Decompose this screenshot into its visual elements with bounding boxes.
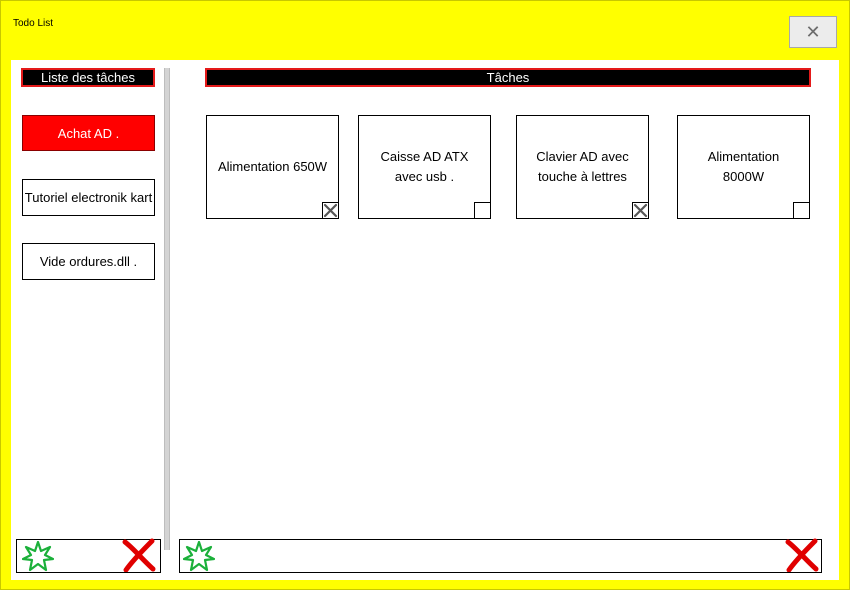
task-card-caisse-atx[interactable]: Caisse AD ATX avec usb . bbox=[358, 115, 491, 219]
checkbox-x-icon bbox=[633, 203, 648, 218]
add-task-icon[interactable] bbox=[183, 541, 215, 573]
category-item-tutoriel[interactable]: Tutoriel electronik kart bbox=[22, 179, 155, 216]
task-checkbox[interactable] bbox=[793, 202, 810, 219]
task-checkbox[interactable] bbox=[322, 202, 339, 219]
window-title: Todo List bbox=[13, 18, 54, 29]
tasks-toolbar bbox=[179, 538, 822, 573]
close-button[interactable]: ✕ bbox=[789, 16, 837, 48]
checkbox-x-icon bbox=[323, 203, 338, 218]
task-card-alimentation-650w[interactable]: Alimentation 650W bbox=[206, 115, 339, 219]
task-card-clavier[interactable]: Clavier AD avec touche à lettres bbox=[516, 115, 649, 219]
categories-toolbar bbox=[16, 538, 161, 573]
delete-category-icon[interactable] bbox=[121, 538, 157, 572]
category-item-vide-ordures[interactable]: Vide ordures.dll . bbox=[22, 243, 155, 280]
tasks-header: Tâches bbox=[205, 68, 811, 87]
categories-header: Liste des tâches bbox=[21, 68, 155, 87]
task-label: Caisse AD ATX avec usb . bbox=[380, 149, 469, 184]
task-checkbox[interactable] bbox=[632, 202, 649, 219]
task-checkbox[interactable] bbox=[474, 202, 491, 219]
task-label: Clavier AD avec touche à lettres bbox=[536, 149, 629, 184]
todo-window: Todo List ✕ Liste des tâches Achat AD . … bbox=[0, 0, 850, 590]
close-icon: ✕ bbox=[805, 22, 821, 42]
category-item-achat[interactable]: Achat AD . bbox=[22, 115, 155, 151]
delete-task-icon[interactable] bbox=[784, 538, 820, 572]
main-content: Liste des tâches Achat AD . Tutoriel ele… bbox=[11, 60, 839, 580]
panel-splitter[interactable] bbox=[164, 68, 170, 550]
task-card-alimentation-8000w[interactable]: Alimentation 8000W bbox=[677, 115, 810, 219]
add-category-icon[interactable] bbox=[22, 541, 54, 573]
task-label: Alimentation 8000W bbox=[707, 149, 780, 184]
task-label: Alimentation 650W bbox=[217, 159, 328, 174]
